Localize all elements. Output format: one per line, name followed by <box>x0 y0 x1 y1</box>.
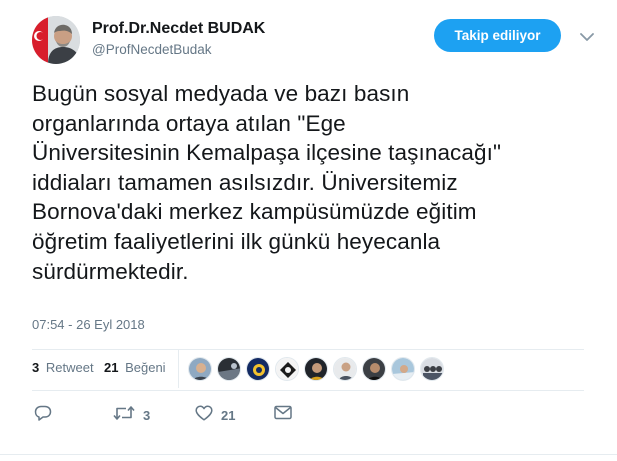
author-handle[interactable]: @ProfNecdetBudak <box>92 42 212 57</box>
liker-avatar[interactable] <box>217 357 241 381</box>
chevron-down-icon[interactable] <box>576 26 598 48</box>
tweet-timestamp[interactable]: 07:54 - 26 Eyl 2018 <box>32 317 145 332</box>
liker-avatar[interactable] <box>420 357 444 381</box>
retweet-icon <box>113 405 135 426</box>
tweet-text-line: Bugün sosyal medyada ve bazı basın <box>32 81 410 106</box>
tweet-text: Bugün sosyal medyada ve bazı basın organ… <box>32 79 602 286</box>
tweet-header: Prof.Dr.Necdet BUDAK @ProfNecdetBudak Ta… <box>32 14 602 66</box>
reply-button[interactable] <box>34 400 52 430</box>
divider <box>32 390 584 391</box>
liker-avatar[interactable] <box>304 357 328 381</box>
author-name[interactable]: Prof.Dr.Necdet BUDAK <box>92 20 265 38</box>
stat-separator <box>178 350 179 388</box>
like-stat[interactable]: 21 Beğeni <box>104 360 166 375</box>
like-button[interactable]: 21 <box>195 400 235 430</box>
tweet-text-line: Bornova'daki merkez kampüsümüzde eğitim <box>32 199 477 225</box>
liker-avatar[interactable] <box>333 357 357 381</box>
tweet-text-line: iddiaları tamamen asılsızdır. Üniversite… <box>32 169 458 195</box>
tweet-actions: 3 21 <box>32 400 592 430</box>
liker-avatar[interactable] <box>391 357 415 381</box>
heart-icon <box>195 405 213 426</box>
retweet-stat[interactable]: 3 Retweet <box>32 360 94 375</box>
tweet-text-line: öğretim faaliyetlerini ilk günkü heyecan… <box>32 228 441 254</box>
like-count: 21 <box>221 407 236 423</box>
liker-avatar[interactable] <box>246 357 270 381</box>
direct-message-button[interactable] <box>274 400 292 430</box>
divider <box>0 454 617 455</box>
liker-avatar[interactable] <box>362 357 386 381</box>
tweet-text-line: sürdürmektedir. <box>32 258 189 284</box>
tweet-text-line: Üniversitesinin Kemalpaşa ilçesine taşın… <box>32 140 502 166</box>
envelope-icon <box>274 405 292 425</box>
author-avatar[interactable] <box>32 16 80 64</box>
reply-icon <box>34 405 52 426</box>
liker-avatar[interactable] <box>188 357 212 381</box>
like-stat-label: Beğeni <box>125 360 166 375</box>
like-stat-count: 21 <box>104 360 119 375</box>
retweet-stat-label: Retweet <box>45 360 94 375</box>
retweet-button[interactable]: 3 <box>113 400 150 430</box>
tweet-text-line: organlarında ortaya atılan "Ege <box>32 110 346 136</box>
retweet-stat-count: 3 <box>32 360 40 375</box>
liker-avatar[interactable] <box>275 357 299 381</box>
following-button[interactable]: Takip ediliyor <box>434 19 561 52</box>
tweet-stats: 3 Retweet 21 Beğeni <box>32 350 592 390</box>
retweet-count: 3 <box>143 407 151 423</box>
